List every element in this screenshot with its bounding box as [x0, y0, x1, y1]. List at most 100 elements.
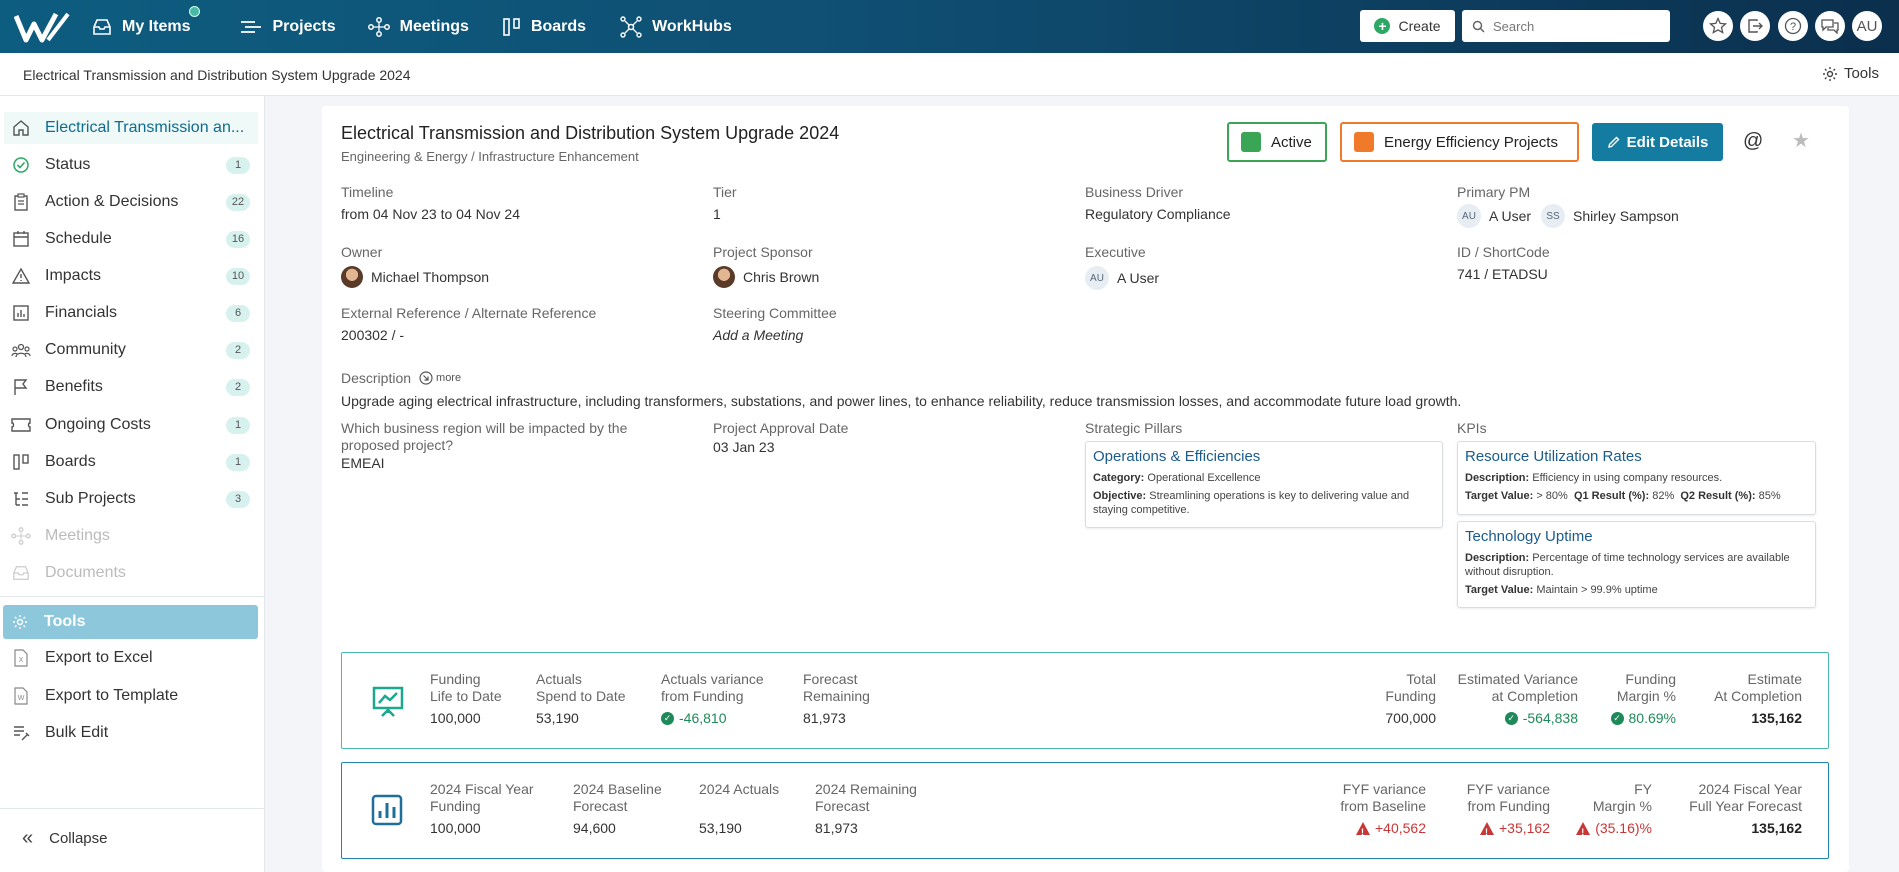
sidebar-item-label: Community — [45, 341, 126, 358]
metric-label: Life to Date — [430, 688, 502, 704]
kpi-title[interactable]: Resource Utilization Rates — [1465, 448, 1808, 465]
nav-boards[interactable]: Boards — [503, 17, 586, 37]
meetings-icon — [11, 526, 31, 546]
nav-projects[interactable]: Projects — [240, 18, 336, 36]
nav-my-items[interactable]: My Items — [92, 5, 201, 36]
description-key: Description: — [1465, 472, 1530, 484]
app-logo[interactable] — [12, 0, 72, 53]
sidebar-item-label: Schedule — [45, 230, 112, 247]
sidebar-item-financials[interactable]: Financials 6 — [4, 297, 258, 329]
star-icon[interactable]: ★ — [1792, 128, 1810, 153]
category-value: Operational Excellence — [1147, 472, 1261, 484]
export-button[interactable] — [1740, 11, 1770, 41]
user-initials-avatar: AU — [1457, 204, 1481, 228]
collapse-button[interactable]: « Collapse — [22, 827, 108, 850]
chart-icon — [11, 303, 31, 323]
sidebar-divider — [0, 808, 265, 809]
metric-label: FY — [1634, 781, 1652, 797]
person-photo — [713, 266, 735, 288]
sidebar-item-bulk-edit[interactable]: Bulk Edit — [4, 717, 258, 749]
field-label: Primary PM — [1457, 184, 1531, 200]
metric-label: Forecast — [573, 798, 628, 814]
field-steering-committee: Steering Committee Add a Meeting — [713, 305, 837, 343]
metric-label: Actuals — [536, 671, 582, 687]
sidebar-item-overview[interactable]: Electrical Transmission an... — [4, 112, 258, 144]
boards-icon — [503, 17, 520, 36]
person-name[interactable]: A User — [1117, 270, 1159, 286]
metric-label: 2024 Fiscal Year — [1698, 781, 1802, 797]
user-avatar[interactable]: AU — [1852, 11, 1882, 41]
field-label: External Reference / Alternate Reference — [341, 305, 597, 321]
metric-label: Remaining — [803, 688, 870, 704]
count-badge: 1 — [226, 416, 250, 434]
status-pill[interactable]: Active — [1227, 122, 1327, 162]
chat-button[interactable] — [1815, 11, 1845, 41]
metric-value: 81,973 — [815, 820, 858, 836]
q2-value: 85% — [1758, 489, 1781, 502]
metric-label: from Funding — [661, 688, 744, 704]
tools-button[interactable]: Tools — [1822, 65, 1879, 82]
bar-chart-icon — [371, 794, 403, 826]
sign-out-icon — [1748, 19, 1763, 33]
create-button[interactable]: + Create — [1360, 10, 1455, 42]
field-label: ID / ShortCode — [1457, 244, 1550, 260]
excel-file-icon: X — [11, 648, 31, 668]
add-meeting-link[interactable]: Add a Meeting — [713, 327, 837, 343]
sidebar-item-ongoing-costs[interactable]: Ongoing Costs 1 — [4, 409, 258, 441]
metric-label: Actuals variance — [661, 671, 764, 687]
edit-details-button[interactable]: Edit Details — [1592, 123, 1723, 161]
more-toggle[interactable]: more — [419, 371, 461, 385]
metric-label — [699, 798, 779, 815]
field-value: 741 / ETADSU — [1457, 266, 1548, 282]
kpi-title[interactable]: Technology Uptime — [1465, 528, 1808, 545]
person-name[interactable]: A User — [1489, 208, 1531, 224]
help-button[interactable]: ? — [1778, 11, 1808, 41]
sidebar-item-boards[interactable]: Boards 1 — [4, 446, 258, 478]
sidebar-item-status[interactable]: Status 1 — [4, 149, 258, 181]
sidebar-item-action-decisions[interactable]: Action & Decisions 22 — [4, 186, 258, 218]
sidebar-tools-header[interactable]: Tools — [3, 605, 258, 639]
field-value: from 04 Nov 23 to 04 Nov 24 — [341, 206, 520, 222]
search-icon — [1472, 20, 1485, 33]
mention-icon[interactable]: @ — [1743, 130, 1763, 153]
nav-meetings[interactable]: Meetings — [367, 16, 469, 37]
metric-value: +35,162 — [1499, 820, 1550, 836]
sidebar-item-export-excel[interactable]: X Export to Excel — [4, 642, 258, 674]
strategic-pillar-card[interactable]: Operations & Efficiencies Category: Oper… — [1085, 441, 1443, 529]
metric-label: Forecast — [815, 798, 870, 814]
sidebar-item-impacts[interactable]: Impacts 10 — [4, 260, 258, 292]
sidebar-item-sub-projects[interactable]: Sub Projects 3 — [4, 483, 258, 515]
category-pill[interactable]: Energy Efficiency Projects — [1340, 122, 1579, 162]
search-input[interactable] — [1493, 18, 1663, 34]
metric-fy-margin: FY Margin % (35.16)% — [1576, 781, 1652, 841]
sidebar-item-label: Impacts — [45, 267, 102, 284]
field-label: Tier — [713, 184, 737, 200]
metric-fyf-variance-baseline: FYF variance from Baseline +40,562 — [1340, 781, 1426, 841]
person-name[interactable]: Chris Brown — [743, 269, 819, 285]
edit-label: Edit Details — [1626, 133, 1709, 151]
person-name[interactable]: Shirley Sampson — [1573, 208, 1679, 224]
list-edit-icon — [11, 723, 31, 743]
count-badge: 2 — [226, 378, 250, 396]
nav-workhubs[interactable]: WorkHubs — [620, 15, 732, 38]
person-name[interactable]: Michael Thompson — [371, 269, 489, 285]
field-external-reference: External Reference / Alternate Reference… — [341, 305, 596, 343]
plus-icon: + — [1374, 18, 1391, 34]
search-box[interactable] — [1462, 10, 1670, 42]
calendar-icon — [11, 229, 31, 249]
sidebar-item-benefits[interactable]: Benefits 2 — [4, 371, 258, 403]
sidebar-item-export-template[interactable]: W Export to Template — [4, 680, 258, 712]
metric-label: Margin % — [1592, 798, 1652, 814]
metric-label: Funding — [430, 671, 481, 687]
kpi-card[interactable]: Technology Uptime Description: Percentag… — [1457, 521, 1816, 609]
field-label: Project Sponsor — [713, 244, 813, 260]
kpi-card[interactable]: Resource Utilization Rates Description: … — [1457, 441, 1816, 515]
q1-value: 82% — [1652, 489, 1675, 502]
favorites-button[interactable] — [1703, 11, 1733, 41]
pillar-title[interactable]: Operations & Efficiencies — [1093, 448, 1435, 465]
sidebar-item-schedule[interactable]: Schedule 16 — [4, 223, 258, 255]
clipboard-icon — [11, 192, 31, 212]
metric-value: 53,190 — [699, 820, 742, 836]
user-initials-avatar: AU — [1085, 266, 1109, 290]
sidebar-item-community[interactable]: Community 2 — [4, 334, 258, 366]
